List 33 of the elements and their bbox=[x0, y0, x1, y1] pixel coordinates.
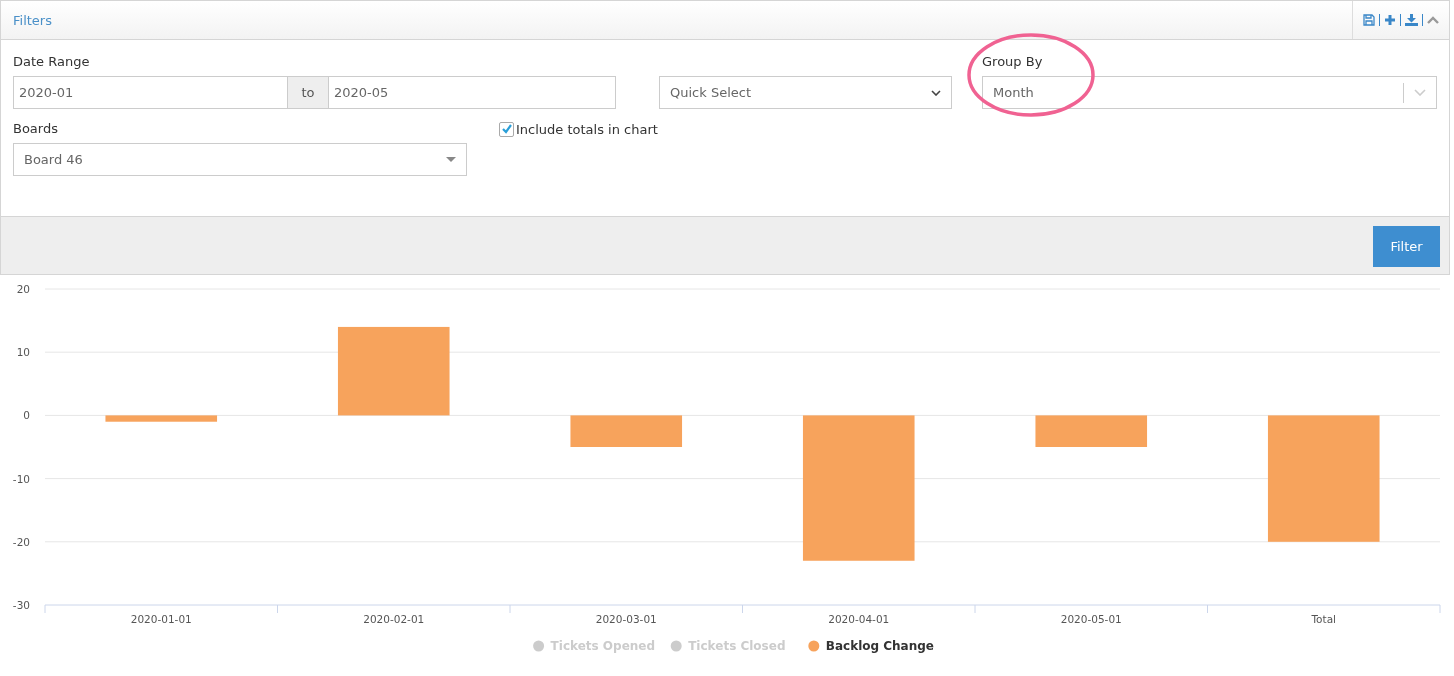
y-axis-label: 20 bbox=[16, 283, 30, 295]
date-to-field[interactable]: 2020-05 bbox=[328, 76, 616, 109]
field-label: Group By bbox=[982, 54, 1044, 69]
y-axis-label: -30 bbox=[12, 599, 30, 611]
filter-button[interactable]: Filter bbox=[1373, 226, 1440, 267]
y-axis-label: -10 bbox=[12, 472, 30, 485]
legend-item[interactable]: Backlog Change bbox=[808, 639, 934, 653]
chevron-down-icon bbox=[1414, 89, 1426, 96]
chevron-up-icon[interactable] bbox=[1427, 16, 1439, 24]
x-axis-label: 2020-01-01 bbox=[130, 613, 192, 625]
plus-icon[interactable] bbox=[1384, 14, 1396, 26]
x-axis-label: 2020-03-01 bbox=[595, 613, 657, 625]
x-axis-label: 2020-05-01 bbox=[1060, 613, 1122, 625]
range-separator: to bbox=[288, 76, 328, 109]
x-axis-label: 2020-02-01 bbox=[363, 613, 425, 625]
field-label: Date Range bbox=[13, 54, 91, 69]
checkbox[interactable] bbox=[499, 121, 514, 137]
boards-dropdown[interactable]: Board 46 bbox=[13, 143, 467, 176]
quick-select-dropdown[interactable]: Quick Select bbox=[659, 76, 952, 109]
chevron-down-icon bbox=[931, 89, 941, 96]
x-axis-label: 2020-04-01 bbox=[828, 613, 890, 625]
checkbox-label: Include totals in chart bbox=[516, 121, 658, 137]
y-axis-label: 10 bbox=[16, 346, 30, 359]
y-axis-label: 0 bbox=[23, 409, 30, 422]
download-icon[interactable] bbox=[1405, 14, 1418, 26]
x-axis-label: Total bbox=[1311, 613, 1336, 625]
panel-title: Filters bbox=[13, 12, 52, 28]
group-by-dropdown[interactable]: Month bbox=[982, 76, 1437, 109]
field-label: Boards bbox=[13, 121, 59, 136]
caret-down-icon bbox=[446, 157, 456, 162]
y-axis-label: -20 bbox=[12, 535, 30, 548]
date-from-field[interactable]: 2020-01 bbox=[13, 76, 288, 109]
save-icon[interactable] bbox=[1363, 14, 1375, 26]
